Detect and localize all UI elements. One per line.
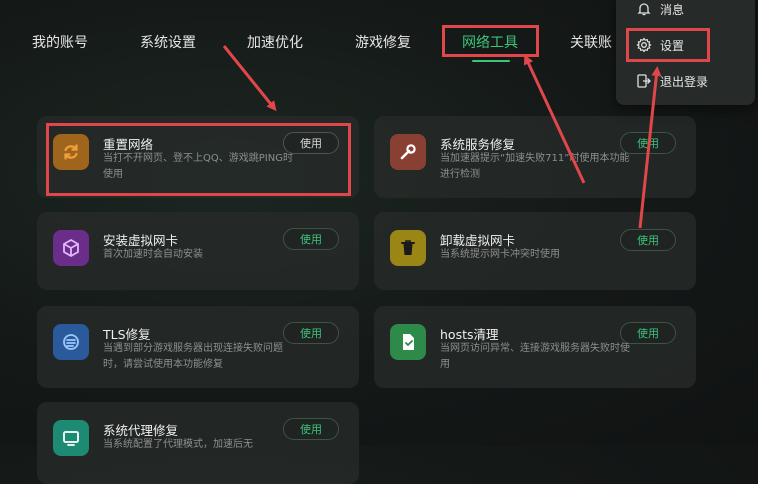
gear-icon: [636, 37, 652, 53]
logout-icon: [637, 74, 651, 88]
system-proxy-repair-use-button[interactable]: 使用: [283, 418, 339, 440]
tab-network-tools[interactable]: 网络工具: [462, 32, 518, 52]
card-system-service-repair: 系统服务修复 当加速器提示“加速失败711”时使用本功能进行检测 使用: [374, 116, 696, 198]
reset-network-use-button[interactable]: 使用: [283, 132, 339, 154]
tls-icon: [53, 324, 89, 360]
system-service-repair-use-button[interactable]: 使用: [620, 132, 676, 154]
wrench-icon: [390, 134, 426, 170]
card-description: 当网页访问异常、连接游戏服务器失败时使用: [440, 343, 630, 370]
tab-game-repair[interactable]: 游戏修复: [355, 32, 411, 52]
tab-acceleration-optimize[interactable]: 加速优化: [247, 32, 303, 52]
uninstall-virtual-nic-use-button[interactable]: 使用: [620, 229, 676, 251]
active-tab-indicator: [472, 60, 510, 62]
tab-system-settings[interactable]: 系统设置: [140, 32, 196, 52]
card-hosts-cleanup: hosts清理 当网页访问异常、连接游戏服务器失败时使用 使用: [374, 306, 696, 388]
refresh-icon: [53, 134, 89, 170]
hosts-cleanup-use-button[interactable]: 使用: [620, 322, 676, 344]
install-virtual-nic-use-button[interactable]: 使用: [283, 228, 339, 250]
dropdown-item-messages[interactable]: 消息: [636, 0, 684, 19]
card-install-virtual-nic: 安装虚拟网卡 首次加速时会自动安装 使用: [37, 212, 359, 290]
card-description: 当遇到部分游戏服务器出现连接失败问题时，请尝试使用本功能修复: [103, 343, 283, 370]
dropdown-item-label: 设置: [660, 38, 685, 53]
dropdown-item-label: 消息: [660, 2, 685, 17]
monitor-icon: [53, 420, 89, 456]
card-system-proxy-repair: 系统代理修复 当系统配置了代理模式，加速后无 使用: [37, 402, 359, 484]
tab-my-account[interactable]: 我的账号: [32, 32, 88, 52]
card-tls-repair: TLS修复 当遇到部分游戏服务器出现连接失败问题时，请尝试使用本功能修复 使用: [37, 306, 359, 388]
dropdown-item-settings[interactable]: 设置: [636, 35, 684, 55]
card-description: 首次加速时会自动安装: [103, 249, 203, 260]
trash-icon: [390, 230, 426, 266]
tls-repair-use-button[interactable]: 使用: [283, 322, 339, 344]
user-dropdown-menu: 消息 设置 退出登录: [616, 0, 755, 105]
dropdown-item-logout[interactable]: 退出登录: [636, 71, 708, 91]
cube-icon: [53, 230, 89, 266]
tab-linked-account[interactable]: 关联账: [570, 32, 612, 52]
card-uninstall-virtual-nic: 卸载虚拟网卡 当系统提示网卡冲突时使用 使用: [374, 212, 696, 290]
dropdown-item-label: 退出登录: [660, 74, 709, 89]
doc-icon: [390, 324, 426, 360]
card-description: 当系统配置了代理模式，加速后无: [103, 439, 253, 450]
bell-icon: [637, 3, 651, 16]
card-reset-network: 重置网络 当打不开网页、登不上QQ、游戏跳PING时使用 使用: [37, 116, 359, 198]
card-description: 当加速器提示“加速失败711”时使用本功能进行检测: [440, 153, 630, 180]
card-description: 当系统提示网卡冲突时使用: [440, 249, 560, 260]
card-description: 当打不开网页、登不上QQ、游戏跳PING时使用: [103, 153, 293, 180]
